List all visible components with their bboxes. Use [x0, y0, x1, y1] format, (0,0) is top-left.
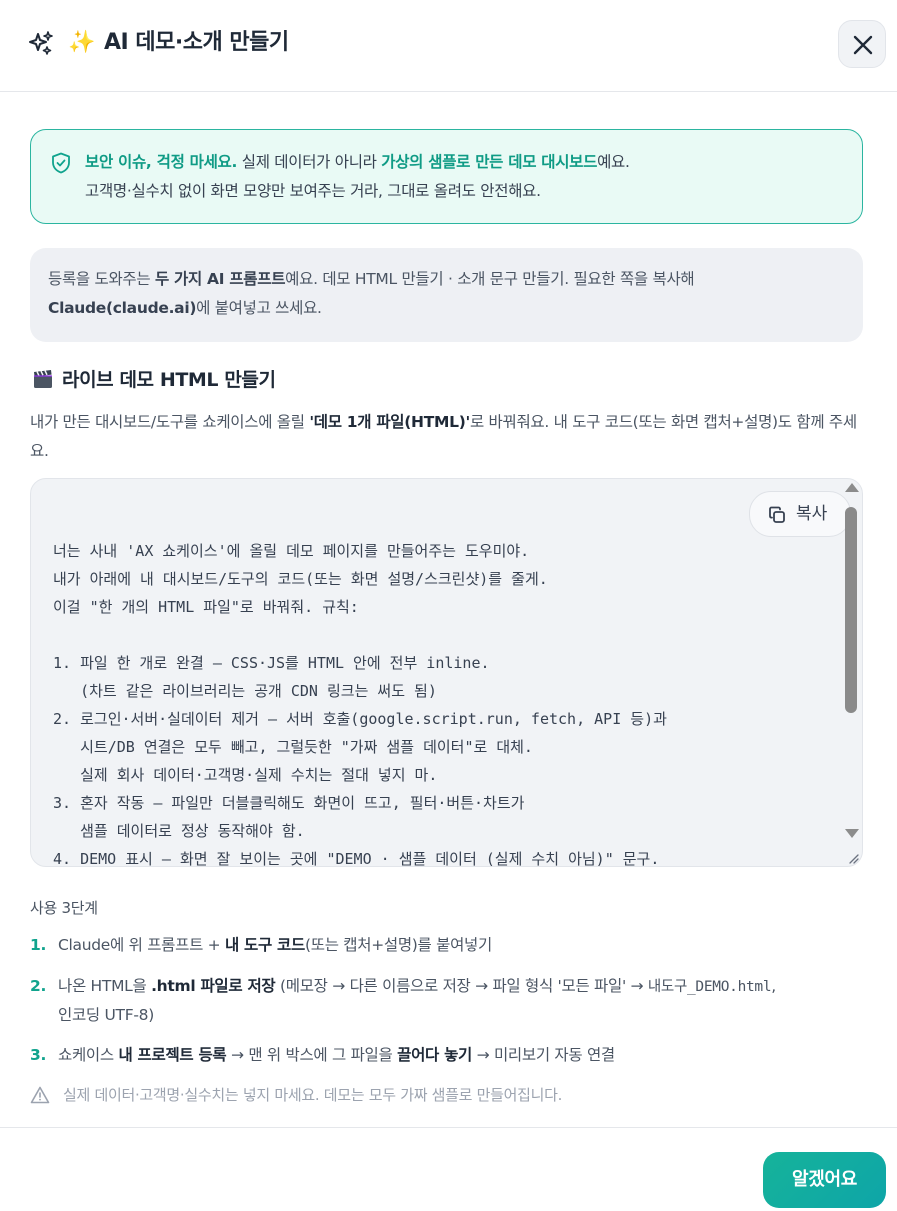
- dialog-title: AI 데모·소개 만들기: [104, 30, 289, 55]
- section-description: 내가 만든 대시보드/도구를 쇼케이스에 올릴 '데모 1개 파일(HTML)'…: [30, 413, 857, 460]
- close-icon: [853, 35, 873, 55]
- shield-check-icon: [52, 152, 70, 174]
- warning-text: 실제 데이터·고객명·실수치는 넣지 마세요. 데모는 모두 가짜 샘플로 만들…: [63, 1086, 563, 1104]
- sparkle-emoji-icon: ✨: [68, 30, 96, 55]
- scrollbar-thumb[interactable]: [845, 507, 857, 713]
- copy-label: 복사: [796, 504, 828, 524]
- footer-divider: [0, 1127, 897, 1128]
- copy-icon: [769, 506, 785, 523]
- sparkles-icon: [29, 31, 53, 55]
- step-1: 1. Claude에 위 프롬프트 + 내 도구 코드(또는 캡처+설명)를 붙여…: [30, 936, 492, 954]
- warning-triangle-icon: [30, 1086, 50, 1104]
- copy-button[interactable]: 복사: [749, 491, 851, 537]
- step-3: 3. 쇼케이스 내 프로젝트 등록 → 맨 위 박스에 그 파일을 끌어다 놓기 …: [30, 1046, 615, 1064]
- prompt-text[interactable]: 너는 사내 'AX 쇼케이스'에 올릴 데모 페이지를 만들어주는 도우미야. …: [53, 537, 667, 866]
- scroll-up-arrow-icon[interactable]: [845, 483, 859, 492]
- steps-title: 사용 3단계: [30, 899, 98, 917]
- info-line-1: 등록을 도와주는 두 가지 AI 프롬프트예요. 데모 HTML 만들기 · 소…: [48, 270, 695, 288]
- notice-line-2: 고객명·실수치 없이 화면 모양만 보여주는 거라, 그대로 올려도 안전해요.: [85, 182, 541, 200]
- clapperboard-icon: [34, 370, 52, 388]
- step-2-continued: 인코딩 UTF-8): [58, 1006, 154, 1024]
- security-notice: 보안 이슈, 걱정 마세요. 실제 데이터가 아니라 가상의 샘플로 만든 데모…: [30, 129, 863, 224]
- section-title: 라이브 데모 HTML 만들기: [32, 366, 276, 394]
- info-line-2: Claude(claude.ai)에 붙여넣고 쓰세요.: [48, 299, 322, 317]
- step-2: 2. 나온 HTML을 .html 파일로 저장 (메모장 → 다른 이름으로 저…: [30, 977, 776, 995]
- scroll-down-arrow-icon[interactable]: [845, 829, 859, 838]
- info-box: 등록을 도와주는 두 가지 AI 프롬프트예요. 데모 HTML 만들기 · 소…: [30, 248, 863, 342]
- dialog-header: ✨ AI 데모·소개 만들기: [0, 0, 897, 92]
- prompt-code-box[interactable]: 너는 사내 'AX 쇼케이스'에 올릴 데모 페이지를 만들어주는 도우미야. …: [30, 478, 863, 867]
- confirm-button[interactable]: 알겠어요: [763, 1152, 886, 1208]
- close-button[interactable]: [838, 20, 886, 68]
- notice-line-1: 보안 이슈, 걱정 마세요. 실제 데이터가 아니라 가상의 샘플로 만든 데모…: [85, 153, 630, 171]
- resize-handle-icon[interactable]: [846, 851, 860, 865]
